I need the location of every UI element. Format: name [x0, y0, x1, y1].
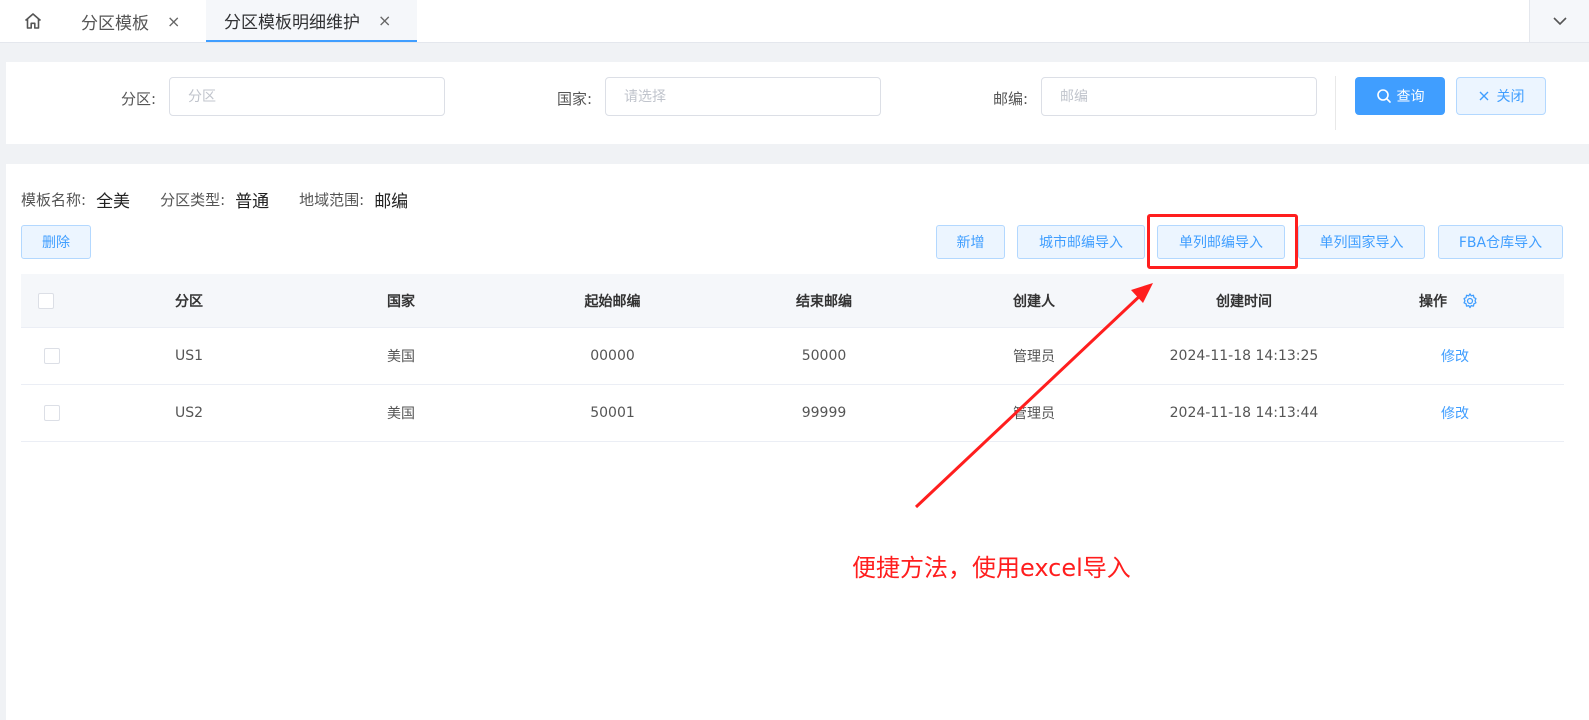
cell-start-postcode: 00000 [590, 348, 635, 364]
tab-label: 分区模板明细维护 [224, 12, 360, 33]
cell-created-time: 2024-11-18 14:13:25 [1169, 348, 1319, 364]
single-country-import-button[interactable]: 单列国家导入 [1298, 225, 1425, 259]
header-start-postcode[interactable]: 起始邮编 [491, 291, 734, 311]
country-label: 国家: [556, 90, 592, 108]
template-name-label: 模板名称: [21, 190, 87, 209]
postcode-label: 邮编: [992, 90, 1028, 108]
tab-zone-template-detail[interactable]: 分区模板明细维护 × [206, 0, 417, 42]
cell-zone: US1 [175, 348, 204, 364]
select-all-cell [21, 292, 71, 309]
header-creator[interactable]: 创建人 [914, 291, 1154, 311]
close-icon [1479, 91, 1488, 101]
chevron-down-icon [1552, 17, 1567, 26]
fba-warehouse-import-button[interactable]: FBA仓库导入 [1438, 225, 1563, 259]
cell-creator: 管理员 [1013, 406, 1055, 422]
table-row: US1 美国 00000 50000 管理员 2024-11-18 14:13:… [21, 328, 1564, 385]
tab-home[interactable] [0, 0, 66, 42]
cell-country: 美国 [387, 406, 415, 422]
query-button[interactable]: 查询 [1355, 77, 1445, 115]
row-checkbox[interactable] [44, 405, 60, 421]
country-select[interactable] [605, 77, 881, 116]
zone-label: 分区: [120, 90, 156, 108]
close-icon[interactable]: × [167, 12, 180, 31]
cell-start-postcode: 50001 [590, 405, 635, 421]
table-header: 分区 国家 起始邮编 结束邮编 创建人 创建时间 操作 [21, 274, 1564, 328]
template-name-value: 全美 [96, 191, 131, 212]
add-button[interactable]: 新增 [936, 225, 1005, 259]
annotation-highlight-box [1147, 214, 1298, 269]
cell-zone: US2 [175, 405, 204, 421]
row-checkbox[interactable] [44, 348, 60, 364]
zone-detail-table: 分区 国家 起始邮编 结束邮编 创建人 创建时间 操作 US1 美国 00000… [21, 274, 1564, 442]
zone-type-value: 普通 [235, 191, 270, 212]
cell-operation: 修改 [1334, 403, 1564, 423]
divider [1335, 76, 1336, 130]
cell-country: 美国 [387, 349, 415, 365]
header-country[interactable]: 国家 [311, 291, 491, 311]
main-panel: 模板名称: 全美 分区类型: 普通 地域范围: 邮编 删除 新增 城市邮编导入 … [6, 164, 1589, 720]
close-icon[interactable]: × [378, 11, 391, 30]
header-operation-label: 操作 [1419, 293, 1447, 310]
search-icon [1376, 89, 1391, 103]
tab-bar: 分区模板 × 分区模板明细维护 × [0, 0, 1589, 43]
header-created-time[interactable]: 创建时间 [1154, 291, 1334, 311]
city-postcode-import-button[interactable]: 城市邮编导入 [1017, 225, 1145, 259]
query-button-label: 查询 [1396, 89, 1425, 105]
postcode-input[interactable] [1041, 77, 1317, 116]
row-select-cell [21, 348, 71, 364]
row-select-cell [21, 405, 71, 421]
template-info: 模板名称: 全美 分区类型: 普通 地域范围: 邮编 [21, 188, 438, 212]
cell-end-postcode: 50000 [801, 348, 847, 364]
edit-link[interactable]: 修改 [1441, 403, 1469, 423]
cell-end-postcode: 99999 [801, 405, 847, 421]
annotation-text: 便捷方法，使用excel导入 [852, 554, 1131, 582]
region-scope-label: 地域范围: [299, 190, 365, 209]
gear-icon[interactable] [1461, 292, 1479, 310]
header-operation: 操作 [1334, 291, 1564, 311]
header-end-postcode[interactable]: 结束邮编 [734, 291, 914, 311]
tab-label: 分区模板 [81, 13, 149, 34]
close-button[interactable]: 关闭 [1456, 77, 1546, 115]
header-zone[interactable]: 分区 [71, 291, 311, 311]
zone-input[interactable] [169, 77, 445, 116]
edit-link[interactable]: 修改 [1441, 346, 1469, 366]
table-row: US2 美国 50001 99999 管理员 2024-11-18 14:13:… [21, 385, 1564, 442]
select-all-checkbox[interactable] [38, 292, 54, 309]
close-button-label: 关闭 [1496, 89, 1525, 105]
tab-more-button[interactable] [1529, 0, 1589, 42]
region-scope-value: 邮编 [374, 191, 409, 212]
cell-operation: 修改 [1334, 346, 1564, 366]
zone-type-label: 分区类型: [160, 190, 226, 209]
delete-button[interactable]: 删除 [21, 225, 91, 259]
home-icon [24, 13, 42, 29]
tab-zone-template[interactable]: 分区模板 × [66, 0, 206, 42]
cell-creator: 管理员 [1013, 349, 1055, 365]
cell-created-time: 2024-11-18 14:13:44 [1169, 405, 1319, 421]
search-panel: 分区: 国家: 邮编: 查询 关闭 [6, 62, 1589, 144]
